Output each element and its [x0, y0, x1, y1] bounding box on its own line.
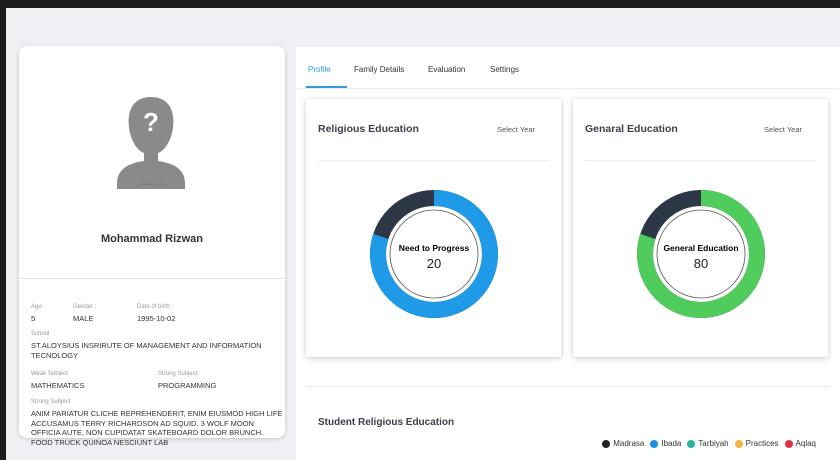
weak-subject-label: Weak Subject	[31, 371, 68, 377]
ibada-dot-icon	[650, 439, 659, 448]
religious-center-label: Need to Progress	[398, 243, 470, 253]
main-panel: Profile Family Details Evaluation Settin…	[296, 47, 840, 460]
profile-card: ? ~Avatar.com ~ 1.0?~ Mohammad Rizwan Ag…	[19, 46, 285, 447]
legend-label: Madrasa	[613, 439, 645, 448]
legend-item-tarbiyah[interactable]: Tarbiyah	[687, 439, 729, 448]
strong-subject2-value: ANIM PARIATUR CLICHE REPREHENDERIT, ENIM…	[31, 409, 283, 447]
strong-subject-label: Strong Subject	[158, 371, 198, 377]
religious-donut-chart: Need to Progress 20	[364, 174, 504, 334]
tab-evaluation[interactable]: Evaluation	[428, 65, 465, 74]
dob-value: 1995-10-02	[137, 314, 176, 323]
tab-settings[interactable]: Settings	[490, 65, 519, 74]
legend-label: Aqlaq	[795, 439, 816, 448]
madrasa-dot-icon	[602, 439, 611, 448]
avatar: ?	[111, 89, 191, 189]
dob-label: Date of birth :	[137, 304, 174, 310]
school-value: ST.ALOYSIUS INSRIRUTE OF MANAGEMENT AND …	[31, 341, 262, 360]
general-education-card: Genaral Education Select Year General Ed…	[573, 99, 828, 357]
gender-value: MALE	[73, 314, 94, 323]
strong-subject2-label: Strong Subject	[31, 399, 71, 405]
tab-profile[interactable]: Profile	[308, 65, 331, 74]
tab-bar: Profile Family Details Evaluation Settin…	[296, 47, 840, 89]
strong-subject-value: PROGRAMMING	[158, 381, 217, 390]
legend-item-ibada[interactable]: Ibada	[650, 439, 681, 448]
legend-label: Practices	[745, 439, 779, 448]
religious-center-value: 20	[426, 256, 442, 271]
general-education-title: Genaral Education	[585, 123, 678, 135]
religious-donut-svg	[370, 190, 498, 318]
gender-label: Gender :	[73, 304, 97, 310]
legend: Madrasa Ibada Tarbiyah Practices Aqlaq	[602, 439, 816, 448]
weak-subject-value: MATHEMATICS	[31, 381, 85, 390]
divider	[585, 160, 816, 161]
age-label: Age:	[31, 304, 44, 310]
divider	[19, 278, 285, 279]
legend-item-practices[interactable]: Practices	[734, 439, 779, 448]
general-donut-svg	[637, 190, 765, 318]
school-label: School	[31, 331, 50, 337]
divider	[306, 386, 830, 387]
general-center-label: General Education	[663, 243, 739, 253]
age-value: 5	[31, 314, 36, 323]
profile-name: Mohammad Rizwan	[100, 233, 204, 245]
legend-label: Tarbiyah	[698, 439, 729, 448]
divider	[296, 88, 840, 89]
legend-label: Ibada	[661, 439, 682, 448]
general-donut-chart: General Education 80	[631, 174, 771, 334]
religious-education-title: Religious Education	[318, 123, 419, 135]
religious-select-year[interactable]: Select Year	[497, 125, 535, 134]
practices-dot-icon	[734, 439, 743, 448]
general-donut-inner	[656, 209, 746, 299]
student-religious-education-title: Student Religious Education	[318, 417, 455, 428]
religious-donut-inner	[389, 209, 479, 299]
tab-family-details[interactable]: Family Details	[354, 65, 404, 74]
avatar-caption: ~Avatar.com ~ 1.0?~	[138, 182, 166, 186]
divider	[318, 160, 549, 161]
legend-item-aqlaq[interactable]: Aqlaq	[784, 439, 816, 448]
aqlaq-dot-icon	[784, 439, 793, 448]
legend-item-madrasa[interactable]: Madrasa	[602, 439, 644, 448]
unknown-person-icon: ?	[117, 97, 185, 189]
religious-education-card: Religious Education Select Year Need to …	[306, 99, 561, 357]
general-select-year[interactable]: Select Year	[764, 125, 802, 134]
app-root: ? ~Avatar.com ~ 1.0?~ Mohammad Rizwan Ag…	[6, 8, 840, 460]
tarbiyah-dot-icon	[687, 439, 696, 448]
general-center-value: 80	[693, 256, 709, 271]
svg-text:?: ?	[143, 107, 159, 137]
